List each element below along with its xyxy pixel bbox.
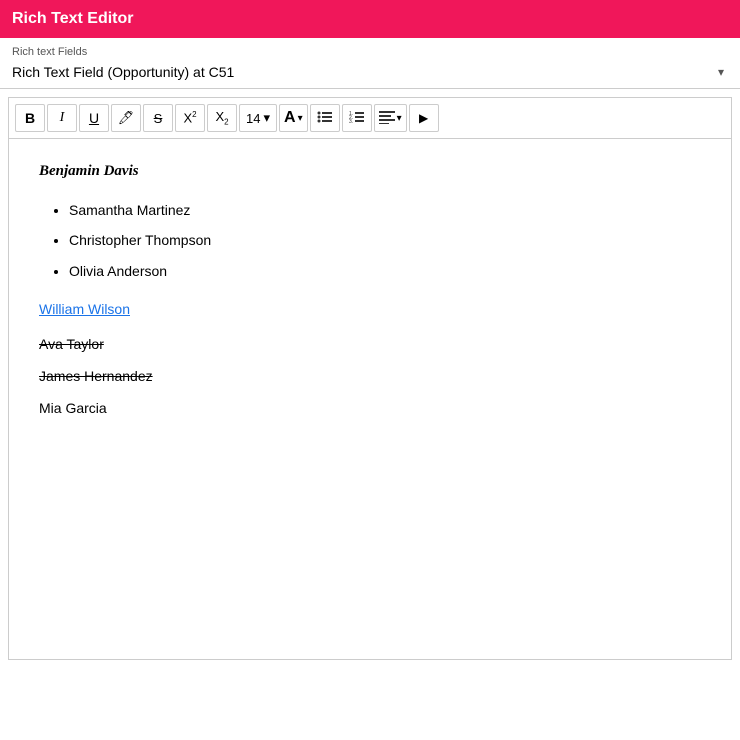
- highlight-icon: 🖊: [118, 110, 135, 126]
- link-name[interactable]: William Wilson: [39, 298, 701, 320]
- normal-name: Mia Garcia: [39, 397, 701, 419]
- align-chevron: ▾: [397, 113, 402, 124]
- highlight-button[interactable]: 🖊: [111, 104, 141, 132]
- toolbar: B I U 🖊 S X2 X2 14 ▾ A ▾: [9, 98, 731, 139]
- font-size-chevron: ▾: [263, 110, 270, 126]
- strikethrough-button[interactable]: S: [143, 104, 173, 132]
- strikethrough-item-2: James Hernandez: [39, 365, 701, 387]
- bullet-list: Samantha Martinez Christopher Thompson O…: [69, 199, 701, 282]
- bullet-list-icon: [317, 110, 333, 127]
- field-dropdown-value: Rich Text Field (Opportunity) at C51: [12, 64, 234, 80]
- strikethrough-item-1: Ava Taylor: [39, 333, 701, 355]
- italic-icon: I: [60, 110, 65, 126]
- editor-container: B I U 🖊 S X2 X2 14 ▾ A ▾: [8, 97, 732, 660]
- italic-bold-name: Benjamin Davis: [39, 159, 701, 183]
- list-item: Olivia Anderson: [69, 260, 701, 282]
- underline-button[interactable]: U: [79, 104, 109, 132]
- italic-button[interactable]: I: [47, 104, 77, 132]
- list-item: Samantha Martinez: [69, 199, 701, 221]
- bold-icon: B: [25, 110, 35, 126]
- superscript-button[interactable]: X2: [175, 104, 205, 132]
- strikethrough-icon: S: [154, 111, 163, 126]
- numbered-list-icon: 1. 2. 3.: [349, 110, 365, 127]
- title-text: Rich Text Editor: [12, 10, 134, 27]
- bullet-list-button[interactable]: [310, 104, 340, 132]
- font-size-button[interactable]: 14 ▾: [239, 104, 277, 132]
- font-color-button[interactable]: A ▾: [279, 104, 308, 132]
- field-section-label: Rich text Fields: [12, 46, 728, 58]
- superscript-icon: X2: [183, 110, 196, 125]
- subscript-button[interactable]: X2: [207, 104, 237, 132]
- align-icon: [379, 110, 395, 127]
- bold-button[interactable]: B: [15, 104, 45, 132]
- numbered-list-button[interactable]: 1. 2. 3.: [342, 104, 372, 132]
- more-button[interactable]: ▶: [409, 104, 439, 132]
- svg-text:3.: 3.: [349, 119, 353, 124]
- subscript-icon: X2: [215, 109, 228, 127]
- underline-icon: U: [89, 110, 99, 126]
- field-dropdown[interactable]: Rich Text Field (Opportunity) at C51 ▾: [12, 60, 728, 88]
- font-size-value: 14: [246, 111, 260, 126]
- field-selector-area: Rich text Fields Rich Text Field (Opport…: [0, 38, 740, 89]
- editor-content[interactable]: Benjamin Davis Samantha Martinez Christo…: [9, 139, 731, 659]
- more-icon: ▶: [419, 111, 428, 125]
- chevron-down-icon: ▾: [298, 113, 303, 124]
- font-color-label: A: [284, 110, 296, 126]
- title-bar: Rich Text Editor: [0, 0, 740, 38]
- align-button[interactable]: ▾: [374, 104, 407, 132]
- chevron-down-icon: ▾: [718, 65, 724, 79]
- list-item: Christopher Thompson: [69, 229, 701, 251]
